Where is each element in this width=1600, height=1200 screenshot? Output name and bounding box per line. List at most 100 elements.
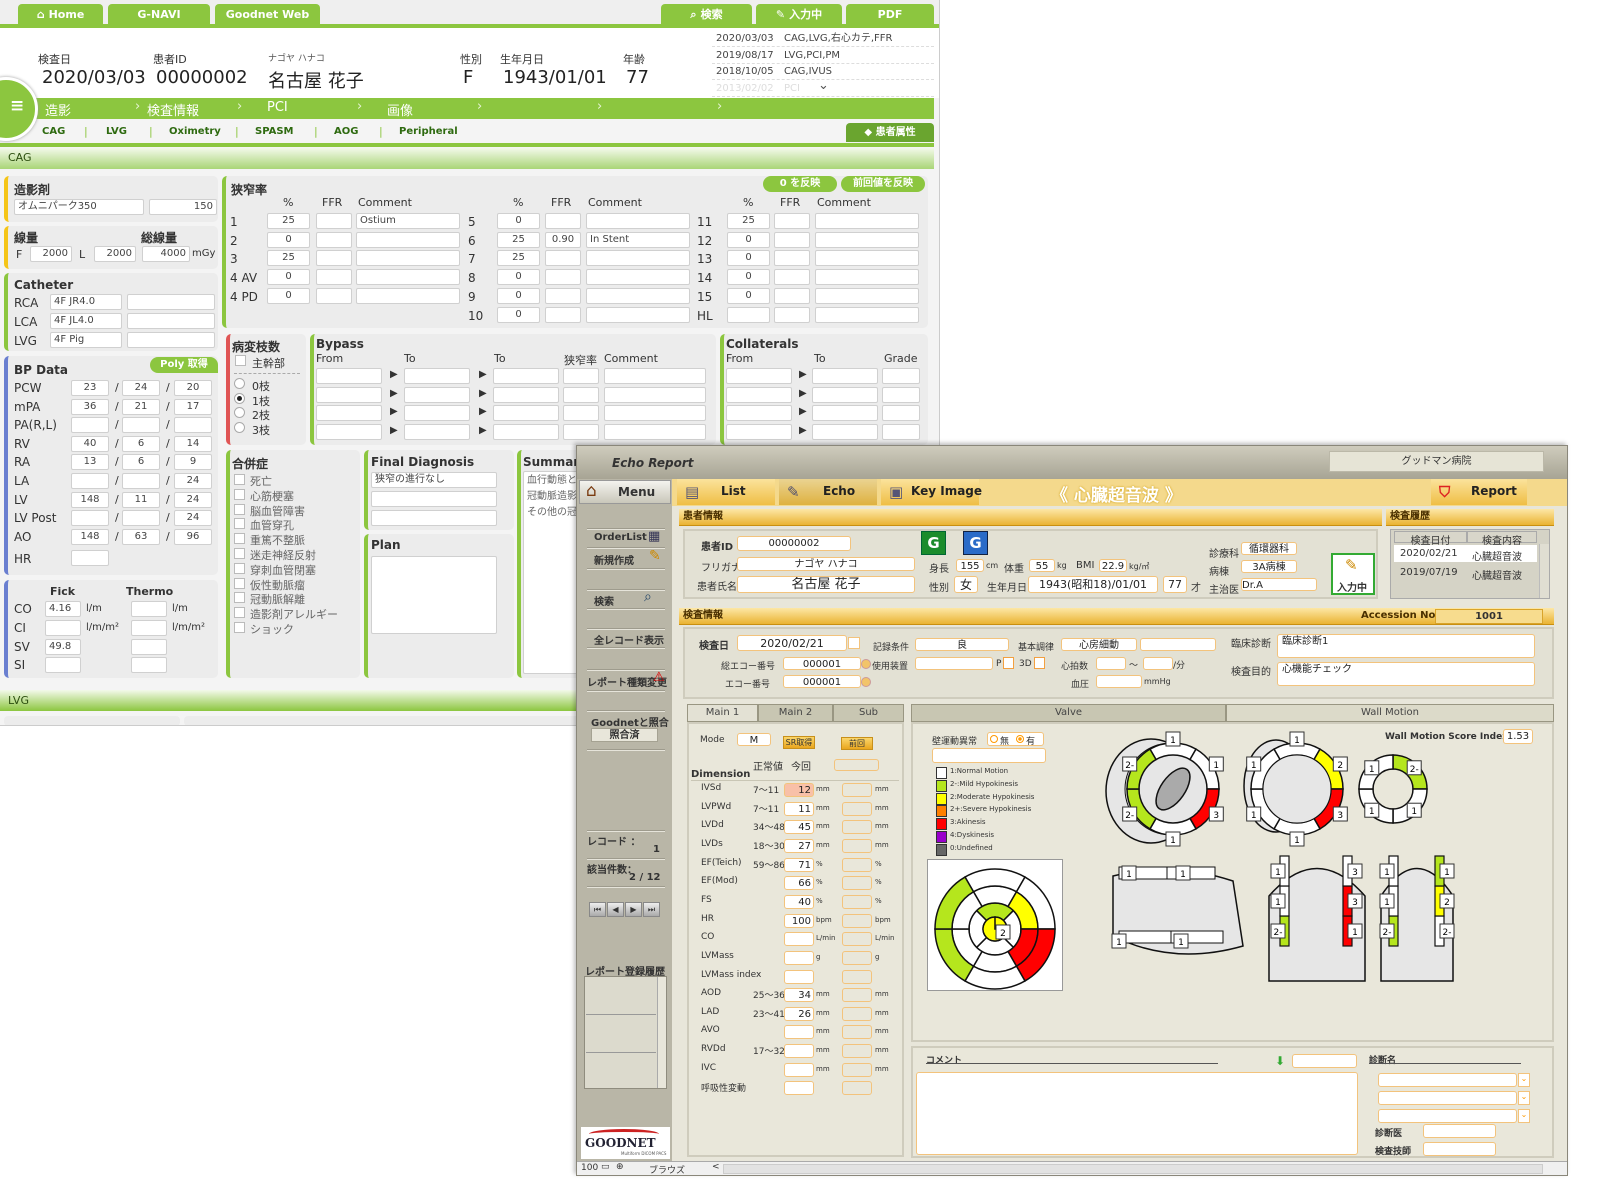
- toolbar-button-0[interactable]: ⌕ 検索: [661, 4, 752, 25]
- bypass-from-input[interactable]: [316, 405, 382, 421]
- tab-wall-motion[interactable]: Wall Motion: [1226, 704, 1554, 722]
- lesion-radio-2[interactable]: [234, 407, 245, 419]
- radio-no[interactable]: [990, 735, 998, 743]
- calendar-icon[interactable]: [848, 637, 860, 649]
- patient-id-field[interactable]: 00000002: [737, 536, 851, 551]
- contrast-agent-input[interactable]: オムニパーク350: [14, 199, 144, 215]
- comment-input[interactable]: [815, 250, 919, 267]
- complication-checkbox[interactable]: [234, 488, 245, 500]
- report-history-list[interactable]: [584, 976, 667, 1089]
- toolbar-button-2[interactable]: PDF: [846, 4, 934, 25]
- contrast-volume-input[interactable]: 150: [149, 199, 217, 215]
- complication-checkbox[interactable]: [234, 607, 245, 619]
- dose-f-input[interactable]: 2000: [30, 246, 72, 262]
- bp-lv-input-2[interactable]: 24: [174, 491, 212, 508]
- age-field[interactable]: 77: [1163, 576, 1187, 593]
- collateral-from-input[interactable]: [726, 405, 792, 421]
- stenosis-pct-input[interactable]: 0: [497, 269, 540, 286]
- poly-acquire-button[interactable]: Poly 取得: [150, 357, 218, 373]
- report-button[interactable]: ⛉ Report: [1431, 479, 1527, 505]
- ffr-input[interactable]: [545, 213, 581, 229]
- nav-first-button[interactable]: ⏮: [589, 902, 606, 917]
- exam-history-row[interactable]: 2019/07/19 心臓超音波: [1394, 564, 1537, 582]
- lesion-radio-0[interactable]: [234, 378, 245, 389]
- ffr-input[interactable]: 0.90: [545, 231, 581, 248]
- device-field[interactable]: [915, 657, 993, 670]
- bp-lv-input-0[interactable]: 148: [71, 491, 109, 508]
- comment-input[interactable]: [815, 213, 919, 229]
- nav-tab-home[interactable]: ⌂ Home: [18, 4, 103, 25]
- complication-checkbox[interactable]: [234, 548, 245, 559]
- history-item[interactable]: 2019/08/17 LVG,PCI,PM: [712, 48, 934, 64]
- bp-pa(r,l)-input-0[interactable]: [71, 417, 109, 434]
- complication-checkbox[interactable]: [234, 474, 245, 485]
- wmsi-field[interactable]: 1.53: [1503, 729, 1533, 744]
- comment-input[interactable]: Ostium: [356, 213, 460, 229]
- complication-checkbox[interactable]: [234, 592, 245, 604]
- 3d-checkbox[interactable]: [1034, 657, 1045, 669]
- bp-lv post-input-2[interactable]: 24: [174, 510, 212, 527]
- stenosis-pct-input[interactable]: 25: [267, 250, 310, 267]
- comment-input[interactable]: [356, 269, 460, 286]
- comment-input[interactable]: [356, 250, 460, 267]
- dob-field[interactable]: 1943(昭和18)/01/01: [1028, 576, 1158, 593]
- stenosis-pct-input[interactable]: 0: [267, 287, 310, 304]
- chevron-down-icon[interactable]: ⌄: [818, 78, 829, 93]
- bypass-comment-input[interactable]: [604, 405, 706, 421]
- department-field[interactable]: 循環器科: [1241, 542, 1297, 555]
- collateral-to-input[interactable]: [812, 386, 878, 403]
- sub-tab-peripheral[interactable]: Peripheral: [399, 126, 458, 137]
- hamburger-icon[interactable]: ≡: [10, 96, 24, 116]
- tab-sub[interactable]: Sub: [833, 704, 904, 722]
- lesion-radio-3[interactable]: [234, 422, 245, 434]
- measurement-co-input[interactable]: [784, 932, 814, 947]
- chevron-down-icon[interactable]: ⌄: [1518, 1073, 1530, 1087]
- bp-mpa-input-2[interactable]: 17: [174, 398, 212, 415]
- ffr-input[interactable]: [316, 269, 352, 286]
- ffr-input[interactable]: [545, 287, 581, 304]
- tab-main-1[interactable]: Main 1: [687, 704, 758, 722]
- ffr-input[interactable]: [316, 231, 352, 248]
- bypass-stenosis-input[interactable]: [563, 386, 599, 403]
- ffr-input[interactable]: [545, 269, 581, 286]
- thermo-co-input[interactable]: [131, 601, 167, 617]
- bp-mpa-input-0[interactable]: 36: [71, 398, 109, 415]
- rhythm-field[interactable]: 心房細動: [1061, 638, 1137, 651]
- rhythm-extra-field[interactable]: [1140, 638, 1216, 651]
- previous-date-field[interactable]: [834, 759, 879, 771]
- ward-field[interactable]: 3A病棟: [1241, 560, 1297, 573]
- bp-lv post-input-1[interactable]: [122, 510, 160, 527]
- comment-input[interactable]: [356, 231, 460, 248]
- ffr-input[interactable]: [774, 287, 810, 304]
- bypass-comment-input[interactable]: [604, 386, 706, 403]
- sub-tab-spasm[interactable]: SPASM: [255, 126, 294, 137]
- catheter-lca-input[interactable]: 4F JL4.0: [50, 313, 122, 329]
- previous-button[interactable]: 前回: [841, 737, 873, 750]
- hr-to-field[interactable]: [1143, 657, 1173, 670]
- bypass-to2-input[interactable]: [493, 368, 559, 384]
- complication-checkbox[interactable]: [234, 503, 245, 515]
- bypass-to-input[interactable]: [404, 405, 470, 421]
- catheter-lvg-input[interactable]: 4F Pig: [50, 332, 122, 348]
- comment-input[interactable]: [815, 269, 919, 286]
- fick-ci-input[interactable]: [45, 619, 81, 636]
- wall-motion-note-field[interactable]: [932, 748, 1046, 763]
- calendar-icon[interactable]: ▦: [648, 529, 660, 544]
- stenosis-pct-input[interactable]: 0: [727, 231, 770, 248]
- thermo-sv-input[interactable]: [131, 638, 167, 655]
- stenosis-pct-input[interactable]: 0: [727, 287, 770, 304]
- stenosis-pct-input[interactable]: 25: [727, 213, 770, 229]
- measurement-ivsd-input[interactable]: 12: [784, 783, 814, 797]
- measurement-efteich-input[interactable]: 71: [784, 857, 814, 872]
- catheter-extra-input[interactable]: [127, 294, 215, 310]
- bp-pcw-input-1[interactable]: 24: [122, 380, 160, 396]
- bp-ao-input-0[interactable]: 148: [71, 528, 109, 545]
- height-field[interactable]: 155: [956, 559, 984, 572]
- kana-field[interactable]: ナゴヤ ハナコ: [737, 557, 915, 571]
- weight-field[interactable]: 55: [1029, 559, 1055, 572]
- bp-ra-input-0[interactable]: 13: [71, 454, 109, 471]
- bp-la-input-1[interactable]: [122, 473, 160, 489]
- horizontal-scrollbar[interactable]: [723, 1164, 1543, 1174]
- edit-icon[interactable]: ✎: [649, 548, 661, 564]
- fick-co-input[interactable]: 4.16: [45, 601, 81, 617]
